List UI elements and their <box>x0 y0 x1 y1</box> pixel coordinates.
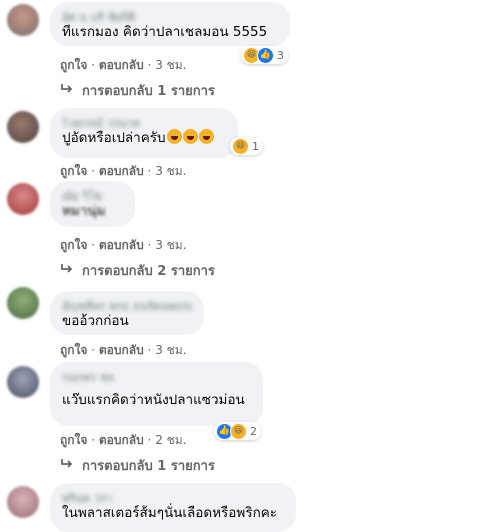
reactions-summary[interactable]: 👍 😆 2 <box>214 422 261 440</box>
comment-text-body: ปูอัดหรือเปล่าครับ <box>62 130 166 146</box>
comment-actions: ถูกใจ · ตอบกลับ · 3 ชม. <box>60 164 187 178</box>
reaction-count: 2 <box>250 424 257 438</box>
like-icon: 👍 <box>257 46 274 64</box>
comment-bubble: อัญชลีพร พรธ ธนรัตนพฤกษ์ ขออ้วกก่อน <box>50 291 204 335</box>
laugh-emoji <box>182 129 198 144</box>
view-replies-link[interactable]: การตอบกลับ 1 รายการ <box>60 80 215 101</box>
avatar[interactable] <box>7 486 39 518</box>
comment-text: ปูอัดหรือเปล่าครับ <box>62 128 226 148</box>
laugh-icon: 😆 <box>232 137 249 155</box>
reply-link[interactable]: ตอบกลับ <box>99 238 144 252</box>
avatar[interactable] <box>7 287 39 319</box>
comment-time[interactable]: 2 ชม. <box>155 433 186 447</box>
comment-text: ขออ้วกก่อน <box>62 313 129 329</box>
comment-text: แว๊บแรกคิดว่าหนังปลาแซวม่อน <box>62 392 245 408</box>
comment-actions: ถูกใจ · ตอบกลับ · 3 ชม. <box>60 58 187 72</box>
laugh-icon: 😆 <box>230 422 247 440</box>
reply-link[interactable]: ตอบกลับ <box>99 343 144 357</box>
laugh-emoji <box>198 129 214 144</box>
comment-actions: ถูกใจ · ตอบกลับ · 3 ชม. <box>60 343 187 357</box>
comment-author[interactable]: กนกพร ชล <box>62 368 251 390</box>
reactions-summary[interactable]: 😆 1 <box>230 137 263 155</box>
comment-author[interactable]: ไวยกรณ์ วรนาท <box>62 114 226 128</box>
replies-count-label: การตอบกลับ 1 รายการ <box>82 84 215 99</box>
like-link[interactable]: ถูกใจ <box>60 164 87 178</box>
comment-actions: ถูกใจ · ตอบกลับ · 3 ชม. <box>60 238 187 252</box>
replies-count-label: การตอบกลับ 2 รายการ <box>82 264 215 279</box>
comment-text: ในพลาสเตอร์ส้มๆนั่นเลือดหรือพริกคะ <box>62 505 278 521</box>
comment-bubble: ไวยกรณ์ วรนาท ปูอัดหรือเปล่าครับ <box>50 108 238 158</box>
reaction-count: 3 <box>277 48 284 62</box>
reply-link[interactable]: ตอบกลับ <box>99 433 144 447</box>
reactions-summary[interactable]: 😆 👍 3 <box>241 46 288 64</box>
comment-time[interactable]: 3 ชม. <box>155 58 186 72</box>
like-link[interactable]: ถูกใจ <box>60 433 87 447</box>
comment-bubble: กนกพร ชล แว๊บแรกคิดว่าหนังปลาแซวม่อน <box>50 362 263 426</box>
avatar[interactable] <box>7 183 39 215</box>
avatar[interactable] <box>7 4 39 36</box>
like-link[interactable]: ถูกใจ <box>60 58 87 72</box>
view-replies-link[interactable]: การตอบกลับ 2 รายการ <box>60 260 215 281</box>
comment-author[interactable]: อัญชลีพร พรธ ธนรัตนพฤกษ์ <box>62 297 192 311</box>
laugh-emoji <box>166 129 182 144</box>
comment-author[interactable]: อัศ นุ บุรี ชัยกิติ <box>62 8 278 22</box>
comment-time[interactable]: 3 ชม. <box>155 238 186 252</box>
like-link[interactable]: ถูกใจ <box>60 343 87 357</box>
avatar[interactable] <box>7 111 39 143</box>
reply-arrow-icon <box>60 83 76 99</box>
like-link[interactable]: ถูกใจ <box>60 238 87 252</box>
reply-arrow-icon <box>60 263 76 279</box>
view-replies-link[interactable]: การตอบกลับ 1 รายการ <box>60 455 215 476</box>
comment-bubble: พรินท วรา ในพลาสเตอร์ส้มๆนั่นเลือดหรือพร… <box>50 483 296 532</box>
reply-link[interactable]: ตอบกลับ <box>99 164 144 178</box>
replies-count-label: การตอบกลับ 1 รายการ <box>82 459 215 474</box>
comment-time[interactable]: 3 ชม. <box>155 343 186 357</box>
comment-author[interactable]: ณัฐ วิโซ <box>62 187 123 201</box>
comment-bubble: ณัฐ วิโซ หมานุ่ม <box>50 181 135 227</box>
comment-actions: ถูกใจ · ตอบกลับ · 2 ชม. <box>60 433 187 447</box>
reaction-count: 1 <box>252 139 259 153</box>
reply-arrow-icon <box>60 458 76 474</box>
comment-time[interactable]: 3 ชม. <box>155 164 186 178</box>
avatar[interactable] <box>7 366 39 398</box>
comment-bubble: อัศ นุ บุรี ชัยกิติ ทีแรกมอง คิดว่าปลาเช… <box>50 2 290 46</box>
comment-author[interactable]: พรินท วรา <box>62 489 284 503</box>
comment-text: หมานุ่ม <box>62 203 106 219</box>
reply-link[interactable]: ตอบกลับ <box>99 58 144 72</box>
comment-text: ทีแรกมอง คิดว่าปลาเชลมอน 5555 <box>62 24 268 40</box>
